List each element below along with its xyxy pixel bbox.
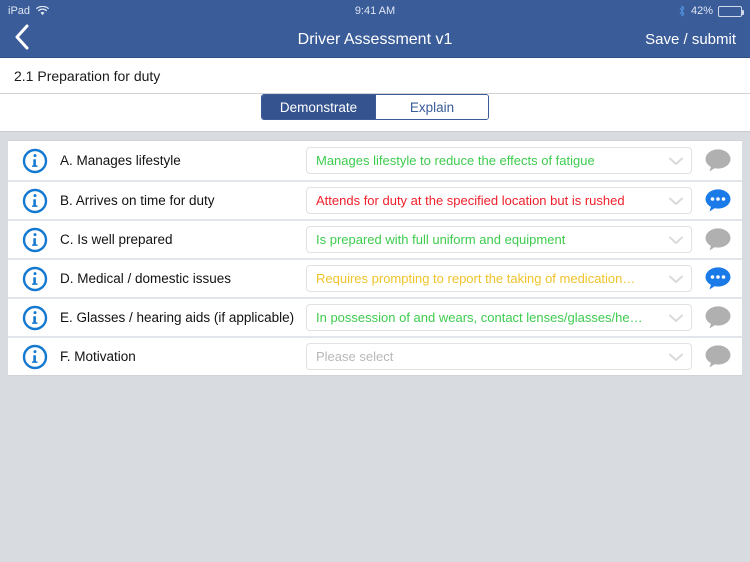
comment-bubble-icon[interactable] bbox=[704, 344, 732, 370]
comment-bubble-icon[interactable] bbox=[704, 266, 732, 292]
status-bar-time: 9:41 AM bbox=[354, 5, 396, 17]
assessment-item-list: A. Manages lifestyle Manages lifestyle to… bbox=[8, 140, 742, 376]
comment-bubble-icon[interactable] bbox=[704, 227, 732, 253]
info-circle-icon[interactable] bbox=[22, 344, 48, 370]
assessment-row-label: A. Manages lifestyle bbox=[60, 153, 181, 168]
comment-bubble-icon[interactable] bbox=[704, 305, 732, 331]
assessment-row: C. Is well prepared Is prepared with full… bbox=[8, 219, 742, 258]
assessment-select[interactable]: Manages lifestyle to reduce the effects … bbox=[306, 147, 692, 174]
info-circle-icon[interactable] bbox=[22, 188, 48, 214]
chevron-down-icon bbox=[667, 351, 685, 363]
navigation-bar: Driver Assessment v1 Save / submit bbox=[0, 22, 750, 58]
assessment-row: F. Motivation Please select bbox=[8, 336, 742, 375]
status-bar-left: iPad bbox=[8, 5, 49, 17]
assessment-select[interactable]: In possession of and wears, contact lens… bbox=[306, 304, 692, 331]
assessment-select[interactable]: Attends for duty at the specified locati… bbox=[306, 187, 692, 214]
info-circle-icon[interactable] bbox=[22, 305, 48, 331]
assessment-row: B. Arrives on time for duty Attends for d… bbox=[8, 180, 742, 219]
assessment-select[interactable]: Please select bbox=[306, 343, 692, 370]
assessment-row: E. Glasses / hearing aids (if applicable… bbox=[8, 297, 742, 336]
device-label: iPad bbox=[8, 5, 31, 17]
assessment-select[interactable]: Requires prompting to report the taking … bbox=[306, 265, 692, 292]
battery-percent-label: 42% bbox=[690, 5, 713, 17]
assessment-row-label: B. Arrives on time for duty bbox=[60, 193, 215, 208]
assessment-row-label: C. Is well prepared bbox=[60, 232, 173, 247]
assessment-row-label: D. Medical / domestic issues bbox=[60, 271, 232, 286]
assessment-row-label: E. Glasses / hearing aids (if applicable… bbox=[60, 310, 295, 325]
section-header: 2.1 Preparation for duty bbox=[0, 58, 750, 94]
wifi-icon bbox=[36, 6, 49, 16]
assessment-row: D. Medical / domestic issues Requires pro… bbox=[8, 258, 742, 297]
assessment-select-value: Requires prompting to report the taking … bbox=[316, 271, 636, 286]
info-circle-icon[interactable] bbox=[22, 266, 48, 292]
bluetooth-icon bbox=[678, 5, 686, 17]
status-bar: iPad 9:41 AM 42% bbox=[0, 0, 750, 22]
assessment-select-value: Manages lifestyle to reduce the effects … bbox=[316, 153, 595, 168]
tab-demonstrate[interactable]: Demonstrate bbox=[262, 95, 375, 119]
info-circle-icon[interactable] bbox=[22, 148, 48, 174]
segmented-control-container: Demonstrate Explain bbox=[0, 94, 750, 132]
info-circle-icon[interactable] bbox=[22, 227, 48, 253]
chevron-down-icon bbox=[667, 234, 685, 246]
segmented-control: Demonstrate Explain bbox=[261, 94, 489, 120]
section-title: 2.1 Preparation for duty bbox=[14, 67, 161, 84]
assessment-select[interactable]: Is prepared with full uniform and equipm… bbox=[306, 226, 692, 253]
chevron-left-icon bbox=[14, 24, 30, 55]
chevron-down-icon bbox=[667, 195, 685, 207]
assessment-row: A. Manages lifestyle Manages lifestyle to… bbox=[8, 141, 742, 180]
battery-icon bbox=[718, 5, 744, 17]
comment-bubble-icon[interactable] bbox=[704, 148, 732, 174]
page-title: Driver Assessment v1 bbox=[297, 30, 453, 48]
assessment-row-label: F. Motivation bbox=[60, 349, 136, 364]
assessment-select-value: In possession of and wears, contact lens… bbox=[316, 310, 643, 325]
back-button[interactable] bbox=[14, 24, 30, 55]
assessment-select-value: Please select bbox=[316, 349, 394, 364]
assessment-select-value: Is prepared with full uniform and equipm… bbox=[316, 232, 566, 247]
status-bar-right: 42% bbox=[678, 5, 744, 17]
chevron-down-icon bbox=[667, 312, 685, 324]
chevron-down-icon bbox=[667, 155, 685, 167]
assessment-select-value: Attends for duty at the specified locati… bbox=[316, 193, 625, 208]
comment-bubble-icon[interactable] bbox=[704, 188, 732, 214]
save-submit-button[interactable]: Save / submit bbox=[645, 31, 736, 48]
chevron-down-icon bbox=[667, 273, 685, 285]
tab-explain[interactable]: Explain bbox=[375, 95, 488, 119]
